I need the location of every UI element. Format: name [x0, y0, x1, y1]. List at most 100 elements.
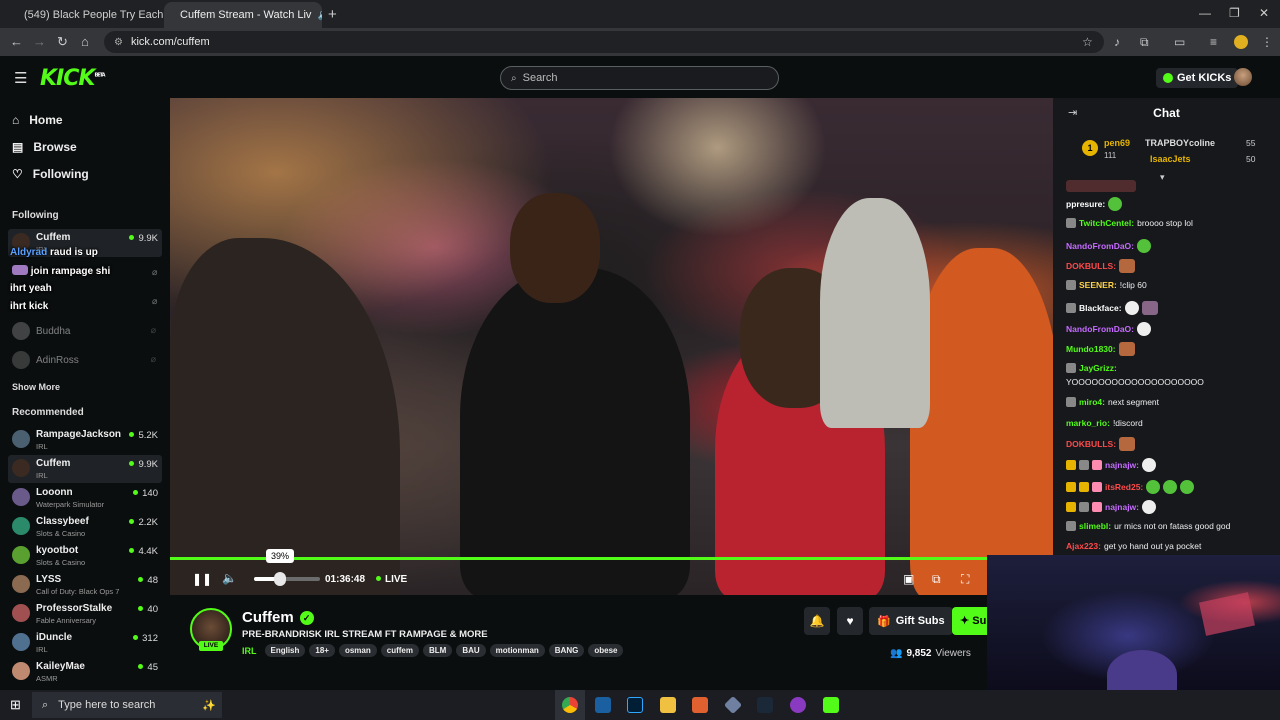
chat-username[interactable]: DOKBULLS: — [1066, 261, 1116, 271]
chat-username[interactable]: DOKBULLS: — [1066, 439, 1116, 449]
recommended-channel[interactable]: iDuncle IRL 312 — [8, 629, 162, 657]
chat-username[interactable]: NandoFromDaO: — [1066, 241, 1134, 251]
tag[interactable]: osman — [338, 644, 377, 657]
restore-icon[interactable]: ❐ — [1229, 6, 1240, 20]
menu-dots-icon[interactable]: ⋮ — [1261, 35, 1273, 49]
leader-user: IsaacJets — [1150, 154, 1191, 164]
channel-name: Cuffem — [36, 458, 71, 469]
recommended-channel[interactable]: ProfessorStalke Fable Anniversary 40 — [8, 600, 162, 628]
following-channel-adinross[interactable]: AdinRoss ⌀ — [8, 347, 162, 375]
chat-username[interactable]: miro4: — [1079, 397, 1105, 407]
picture-in-picture-icon[interactable]: ⧉ — [932, 572, 941, 587]
cast-icon[interactable]: ▭ — [1174, 35, 1185, 49]
subscribe-button[interactable]: ✦ Su — [952, 607, 987, 635]
chat-username[interactable]: najnajw: — [1105, 502, 1139, 512]
file-explorer-icon[interactable] — [660, 697, 676, 713]
follow-button[interactable]: ♥ — [837, 607, 863, 635]
chat-username[interactable]: Mundo1830: — [1066, 344, 1116, 354]
notification-bell-button[interactable]: 🔔 — [804, 607, 830, 635]
chat-username[interactable]: NandoFromDaO: — [1066, 324, 1134, 334]
viewer-count: 40 — [138, 604, 158, 615]
steam-icon[interactable] — [757, 697, 773, 713]
photoshop-icon[interactable] — [627, 697, 643, 713]
fullscreen-icon[interactable]: ⛶ — [961, 572, 969, 587]
address-bar[interactable]: ⚙ kick.com/cuffem — [104, 31, 1104, 53]
chat-username[interactable]: itsRed25: — [1105, 482, 1143, 492]
chat-username[interactable]: Ajax223: — [1066, 541, 1101, 551]
tag[interactable]: cuffem — [380, 644, 419, 657]
extensions-icon[interactable]: ⧉ — [1140, 35, 1149, 50]
volume-handle[interactable] — [273, 572, 286, 586]
chat-username[interactable]: JayGrizz: — [1079, 363, 1117, 373]
home-icon[interactable]: ⌂ — [81, 34, 89, 49]
media-icon[interactable]: ♪ — [1114, 35, 1120, 49]
pause-icon[interactable]: ❚❚ — [192, 572, 212, 586]
get-kicks-button[interactable]: Get KICKs — [1156, 68, 1239, 88]
recommended-channel[interactable]: LYSS Call of Duty: Black Ops 7 48 — [8, 571, 162, 599]
speaker-icon[interactable]: 🔊 — [317, 10, 322, 21]
streamer-name[interactable]: Cuffem ✓ — [242, 609, 314, 626]
overlay-text: join rampage shi — [30, 266, 111, 277]
bookmark-star-icon[interactable]: ☆ — [1082, 35, 1093, 49]
search-input[interactable]: ⌕ Search — [500, 66, 779, 90]
app-icon[interactable] — [790, 697, 806, 713]
emote-icon — [1142, 500, 1157, 514]
sidebar-item-home[interactable]: ⌂ Home — [12, 113, 63, 127]
forward-icon[interactable]: → — [33, 34, 46, 49]
following-channel-buddha[interactable]: Buddha ⌀ — [8, 318, 162, 346]
gift-subs-button[interactable]: 🎁 Gift Subs — [869, 607, 953, 635]
volume-icon[interactable]: 🔈 — [222, 571, 237, 585]
chat-username[interactable]: TwitchCentel: — [1079, 218, 1134, 228]
kick-app-icon[interactable] — [823, 697, 839, 713]
sidebar-item-browse[interactable]: ▤ Browse — [12, 140, 77, 154]
close-window-icon[interactable]: ✕ — [1259, 6, 1269, 20]
collapse-chat-icon[interactable]: ⇥ — [1068, 106, 1077, 119]
expand-leaderboard-icon[interactable]: ▾ — [1160, 172, 1165, 183]
taskbar-search-input[interactable]: ⌕ Type here to search ✨ — [32, 692, 222, 718]
chat-username[interactable]: ppresure: — [1066, 199, 1105, 209]
tag[interactable]: motionman — [489, 644, 545, 657]
kick-logo[interactable]: KICKBETA — [40, 66, 106, 91]
recommended-channel[interactable]: kyootbot Slots & Casino 4.4K — [8, 542, 162, 570]
recommended-channel[interactable]: Cuffem IRL 9.9K — [8, 455, 162, 483]
search-icon: ⌕ — [511, 72, 517, 84]
chat-username[interactable]: SEENER: — [1079, 280, 1117, 290]
hamburger-menu-icon[interactable]: ☰ — [14, 69, 27, 87]
video-player[interactable] — [170, 98, 1053, 595]
tag[interactable]: BLM — [423, 644, 453, 657]
recommended-channel[interactable]: Looonn Waterpark Simulator 140 — [8, 484, 162, 512]
back-icon[interactable]: ← — [10, 34, 23, 49]
recommended-channel[interactable]: Classybeef Slots & Casino 2.2K — [8, 513, 162, 541]
windows-start-icon[interactable]: ⊞ — [10, 697, 21, 713]
sidebar-item-following[interactable]: ♡ Following — [12, 167, 89, 181]
tag[interactable]: English — [264, 644, 306, 657]
theater-mode-icon[interactable]: ▣ — [903, 572, 914, 586]
tag[interactable]: BANG — [548, 644, 585, 657]
chrome-icon[interactable] — [562, 697, 578, 713]
tag[interactable]: BAU — [456, 644, 486, 657]
volume-slider[interactable] — [254, 572, 320, 586]
live-indicator[interactable]: LIVE — [376, 574, 407, 585]
user-avatar[interactable] — [1234, 68, 1252, 86]
chat-username[interactable]: marko_rio: — [1066, 418, 1110, 428]
vegas-icon[interactable] — [595, 697, 611, 713]
recommended-channel[interactable]: RampageJackson IRL 5.2K — [8, 426, 162, 454]
app-icon[interactable] — [692, 697, 708, 713]
chat-username[interactable]: najnajw: — [1105, 460, 1139, 470]
new-tab-button[interactable]: + — [328, 6, 337, 23]
tag[interactable]: 18+ — [309, 644, 335, 657]
tab-youtube[interactable]: (549) Black People Try Each Oth ✕ — [8, 2, 164, 28]
recommended-channel[interactable]: KaileyMae ASMR 45 — [8, 658, 162, 686]
following-heading: Following — [12, 210, 59, 221]
queue-icon[interactable]: ≡ — [1210, 35, 1217, 49]
profile-icon[interactable] — [1234, 35, 1248, 49]
site-settings-icon[interactable]: ⚙ — [114, 37, 123, 48]
reload-icon[interactable]: ↻ — [57, 34, 68, 50]
tab-kick[interactable]: Cuffem Stream - Watch Liv 🔊 ✕ — [164, 2, 322, 28]
chat-username[interactable]: Blackface: — [1079, 303, 1122, 313]
tag[interactable]: obese — [588, 644, 624, 657]
category-link[interactable]: IRL — [242, 646, 257, 656]
chat-username[interactable]: slimebl: — [1079, 521, 1111, 531]
minimize-icon[interactable]: — — [1199, 6, 1211, 20]
show-more-link[interactable]: Show More — [12, 382, 60, 392]
